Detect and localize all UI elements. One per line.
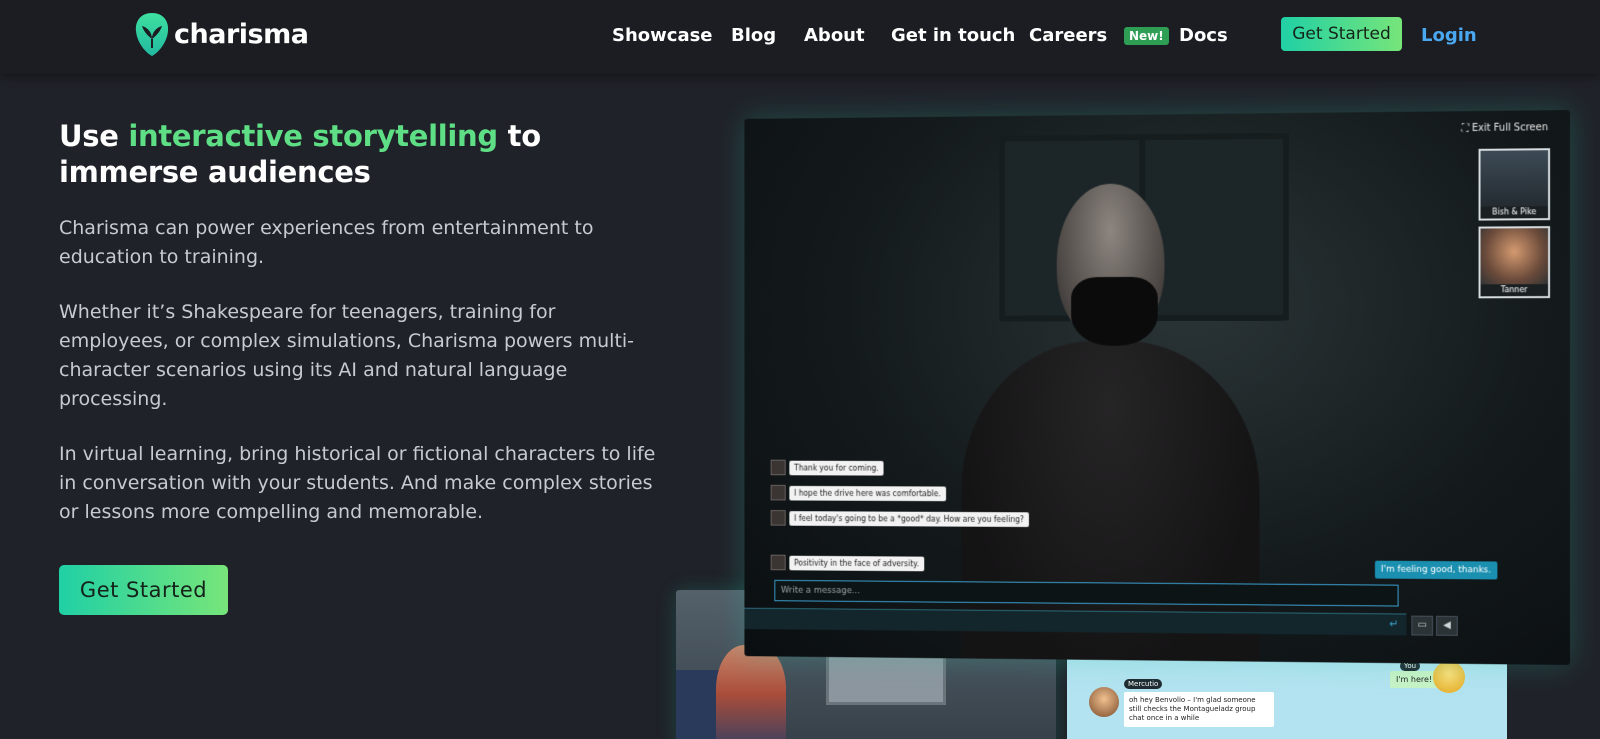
speech-bubble-icon[interactable]: ▭	[1411, 615, 1434, 636]
speaker-avatar	[770, 459, 786, 476]
chat-message: Thank you for coming.	[770, 459, 884, 476]
message-text: I hope the drive here was comfortable.	[789, 485, 946, 501]
fullscreen-icon: ⛶	[1461, 123, 1472, 135]
message-text: Positivity in the face of adversity.	[789, 555, 924, 571]
mercutio-avatar	[1089, 687, 1119, 717]
send-icon[interactable]: ↵	[1389, 617, 1398, 630]
user-reply-bubble: I'm feeling good, thanks.	[1374, 560, 1498, 580]
you-avatar	[1433, 661, 1465, 693]
nav-get-in-touch[interactable]: Get in touch	[891, 22, 1015, 50]
chat-message: I feel today's going to be a *good* day.…	[770, 510, 1029, 527]
chat-message: Positivity in the face of adversity.	[770, 554, 924, 572]
exit-fullscreen-label: Exit Full Screen	[1471, 122, 1549, 134]
mercutio-message: oh hey Benvolio – I'm glad someone still…	[1124, 692, 1274, 727]
speaker-avatar	[770, 510, 786, 526]
nav-showcase[interactable]: Showcase	[612, 22, 713, 50]
nav-about[interactable]: About	[804, 22, 865, 50]
thumbnail-bish-pike[interactable]: Bish & Pike	[1478, 148, 1551, 221]
mercutio-label: Mercutio	[1124, 679, 1163, 689]
careers-new-badge: New!	[1124, 27, 1169, 45]
thumbnail-caption: Bish & Pike	[1480, 206, 1549, 219]
nav-careers[interactable]: Careers	[1029, 22, 1107, 50]
hero-paragraph-3: In virtual learning, bring historical or…	[59, 443, 656, 523]
message-text: Thank you for coming.	[789, 460, 884, 476]
character-mask	[1071, 276, 1158, 346]
chat-message: I hope the drive here was comfortable.	[770, 484, 946, 501]
you-message: I'm here!	[1390, 671, 1439, 688]
cartoon-character	[716, 645, 786, 739]
exit-fullscreen-button[interactable]: ⛶ Exit Full Screen	[1462, 122, 1548, 134]
headline-pre: Use	[59, 119, 129, 153]
hero-paragraph-2: Whether it’s Shakespeare for teenagers, …	[59, 301, 635, 410]
demo-screen-main: ⛶ Exit Full Screen Bish & Pike Tanner Th…	[744, 110, 1570, 665]
speaker-icon[interactable]: ◀	[1436, 615, 1458, 636]
thumbnail-image	[1480, 228, 1549, 287]
thumbnail-caption: Tanner	[1480, 284, 1549, 297]
headline-highlight: interactive storytelling	[128, 119, 498, 153]
top-navbar: charisma Showcase Blog About Get in touc…	[0, 0, 1600, 74]
nav-blog[interactable]: Blog	[731, 22, 776, 50]
message-text: I feel today's going to be a *good* day.…	[789, 510, 1029, 527]
login-link[interactable]: Login	[1421, 22, 1477, 50]
hero-paragraph-1: Charisma can power experiences from ente…	[59, 217, 594, 268]
nav-get-started-button[interactable]: Get Started	[1281, 17, 1402, 51]
nav-docs[interactable]: Docs	[1179, 22, 1228, 50]
hero-headline: Use interactive storytelling to immerse …	[59, 118, 659, 190]
thumbnail-image	[1480, 150, 1549, 209]
speaker-avatar	[770, 554, 786, 571]
speaker-avatar	[770, 484, 786, 501]
hero-get-started-button[interactable]: Get Started	[59, 565, 228, 615]
thumbnail-tanner[interactable]: Tanner	[1478, 226, 1551, 299]
